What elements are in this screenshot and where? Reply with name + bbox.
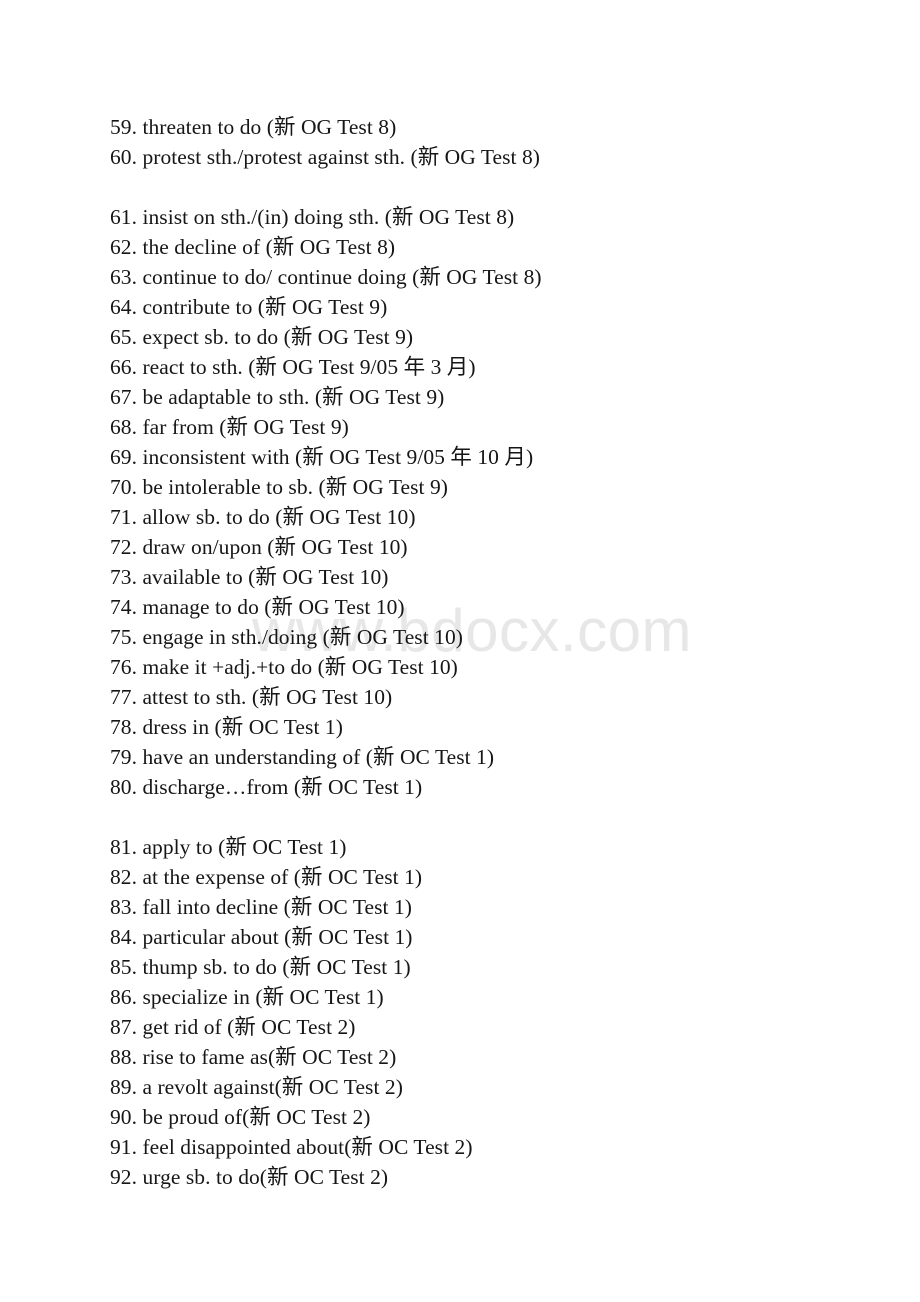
list-item: 82. at the expense of (新 OC Test 1): [110, 865, 423, 889]
document-page: www.bdocx.com 59. threaten to do (新 OG T…: [0, 0, 920, 1302]
list-item: 66. react to sth. (新 OG Test 9/05 年 3 月): [110, 355, 476, 379]
list-item: 69. inconsistent with (新 OG Test 9/05 年 …: [110, 445, 534, 469]
list-item: 81. apply to (新 OC Test 1): [110, 835, 347, 859]
list-item: 71. allow sb. to do (新 OG Test 10): [110, 505, 416, 529]
list-item: 76. make it +adj.+to do (新 OG Test 10): [110, 655, 458, 679]
list-item: 68. far from (新 OG Test 9): [110, 415, 349, 439]
list-item: 79. have an understanding of (新 OC Test …: [110, 745, 495, 769]
list-item: 72. draw on/upon (新 OG Test 10): [110, 535, 408, 559]
list-item: 88. rise to fame as(新 OC Test 2): [110, 1045, 397, 1069]
list-item: 60. protest sth./protest against sth. (新…: [110, 145, 541, 169]
text-block: 61. insist on sth./(in) doing sth. (新 OG…: [110, 202, 920, 802]
list-item: 90. be proud of(新 OC Test 2): [110, 1105, 371, 1129]
list-item: 63. continue to do/ continue doing (新 OG…: [110, 265, 542, 289]
list-item: 65. expect sb. to do (新 OG Test 9): [110, 325, 414, 349]
text-block: 81. apply to (新 OC Test 1) 82. at the exp…: [110, 832, 920, 1192]
list-item: 78. dress in (新 OC Test 1): [110, 715, 343, 739]
list-item: 75. engage in sth./doing (新 OG Test 10): [110, 625, 463, 649]
list-item: 62. the decline of (新 OG Test 8): [110, 235, 396, 259]
list-item: 74. manage to do (新 OG Test 10): [110, 595, 405, 619]
list-item: 92. urge sb. to do(新 OC Test 2): [110, 1165, 389, 1189]
list-item: 89. a revolt against(新 OC Test 2): [110, 1075, 403, 1099]
list-item: 77. attest to sth. (新 OG Test 10): [110, 685, 393, 709]
list-item: 87. get rid of (新 OC Test 2): [110, 1015, 356, 1039]
list-item: 85. thump sb. to do (新 OC Test 1): [110, 955, 411, 979]
list-item: 80. discharge…from (新 OC Test 1): [110, 775, 423, 799]
list-item: 64. contribute to (新 OG Test 9): [110, 295, 388, 319]
list-item: 73. available to (新 OG Test 10): [110, 565, 389, 589]
text-block: 59. threaten to do (新 OG Test 8) 60. prot…: [110, 112, 920, 172]
list-item: 70. be intolerable to sb. (新 OG Test 9): [110, 475, 449, 499]
list-item: 84. particular about (新 OC Test 1): [110, 925, 413, 949]
list-item: 59. threaten to do (新 OG Test 8): [110, 115, 397, 139]
list-item: 83. fall into decline (新 OC Test 1): [110, 895, 412, 919]
list-item: 61. insist on sth./(in) doing sth. (新 OG…: [110, 205, 515, 229]
list-item: 91. feel disappointed about(新 OC Test 2): [110, 1135, 473, 1159]
list-item: 67. be adaptable to sth. (新 OG Test 9): [110, 385, 445, 409]
document-text-body: 59. threaten to do (新 OG Test 8) 60. prot…: [0, 0, 920, 1192]
list-item: 86. specialize in (新 OC Test 1): [110, 985, 384, 1009]
